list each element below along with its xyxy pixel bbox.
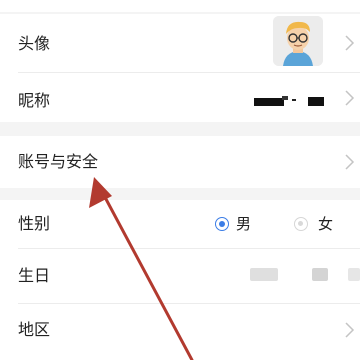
gender-row-label: 性别 [18, 214, 51, 233]
region-row-label: 地区 [18, 320, 51, 339]
gender-row: 性别 男 女 [0, 200, 360, 248]
nickname-row[interactable]: 昵称 [0, 73, 360, 122]
chevron-right-icon [345, 90, 355, 106]
account-security-label: 账号与安全 [18, 152, 99, 171]
nickname-value-redacted [254, 96, 324, 106]
avatar-row-label: 头像 [18, 34, 51, 53]
birthday-value-redacted [348, 268, 360, 281]
gender-female-radio[interactable] [294, 217, 308, 231]
chevron-right-icon [345, 35, 355, 51]
profile-settings-screen: 头像 昵称 账号与安全 性别 男 女 生日 地区 [0, 0, 360, 360]
account-security-row[interactable]: 账号与安全 [0, 136, 360, 188]
cartoon-avatar-image [273, 16, 323, 66]
birthday-row-label: 生日 [18, 266, 51, 285]
avatar-row[interactable]: 头像 [0, 14, 360, 72]
birthday-value-redacted [312, 268, 328, 281]
birthday-value-redacted [250, 268, 278, 281]
birthday-row[interactable]: 生日 [0, 249, 360, 303]
gender-female-label[interactable]: 女 [318, 214, 333, 234]
avatar[interactable] [273, 16, 323, 66]
gender-male-label[interactable]: 男 [236, 214, 251, 234]
top-section-edge [0, 0, 360, 12]
region-row[interactable]: 地区 [0, 304, 360, 360]
chevron-right-icon [345, 154, 355, 170]
nickname-row-label: 昵称 [18, 91, 51, 110]
gender-male-radio[interactable] [215, 217, 229, 231]
chevron-right-icon [345, 322, 355, 338]
